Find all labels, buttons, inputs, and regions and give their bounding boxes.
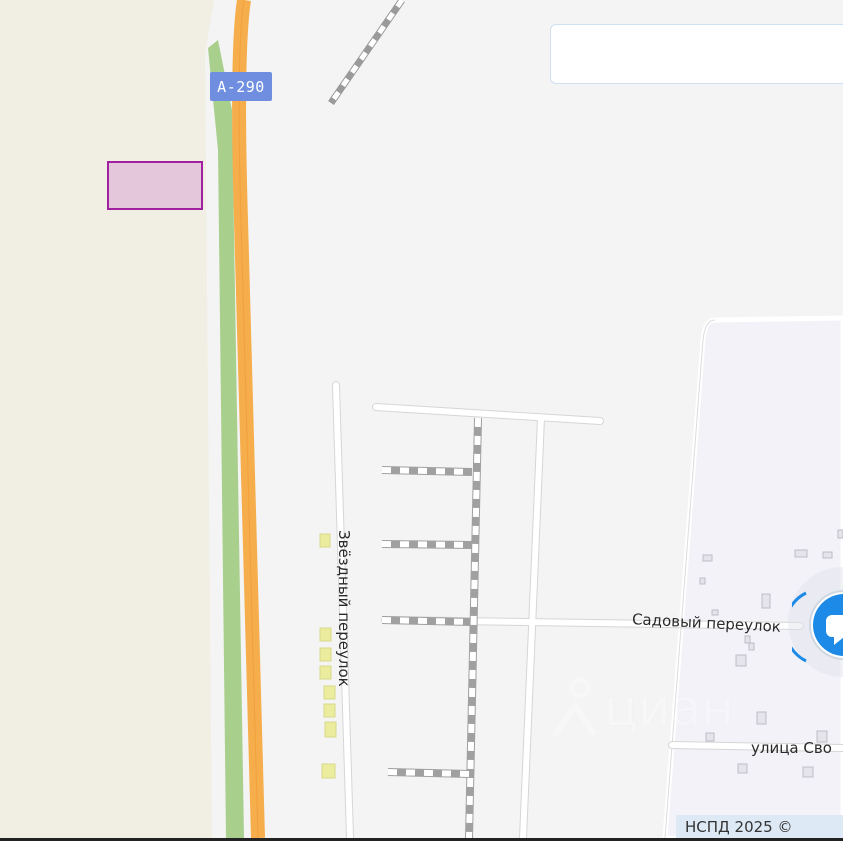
buildings-yellow [319,533,337,779]
map-attribution: НСПД 2025 © [676,815,843,839]
street-label-svo: улица Сво [751,739,832,757]
watermark-text: циан [604,679,734,737]
street-label-zvezdny: Звёздный переулок [335,530,353,687]
ciam-logo-icon [551,677,597,738]
chat-icon [783,590,843,663]
cadastral-parcel[interactable] [107,161,203,210]
search-input[interactable] [550,24,843,84]
road-badge-a290: A-290 [210,72,272,101]
field-area [0,0,214,838]
dashed-tracks [381,417,482,839]
chat-button[interactable] [783,575,843,675]
watermark-logo: циан [550,676,734,740]
